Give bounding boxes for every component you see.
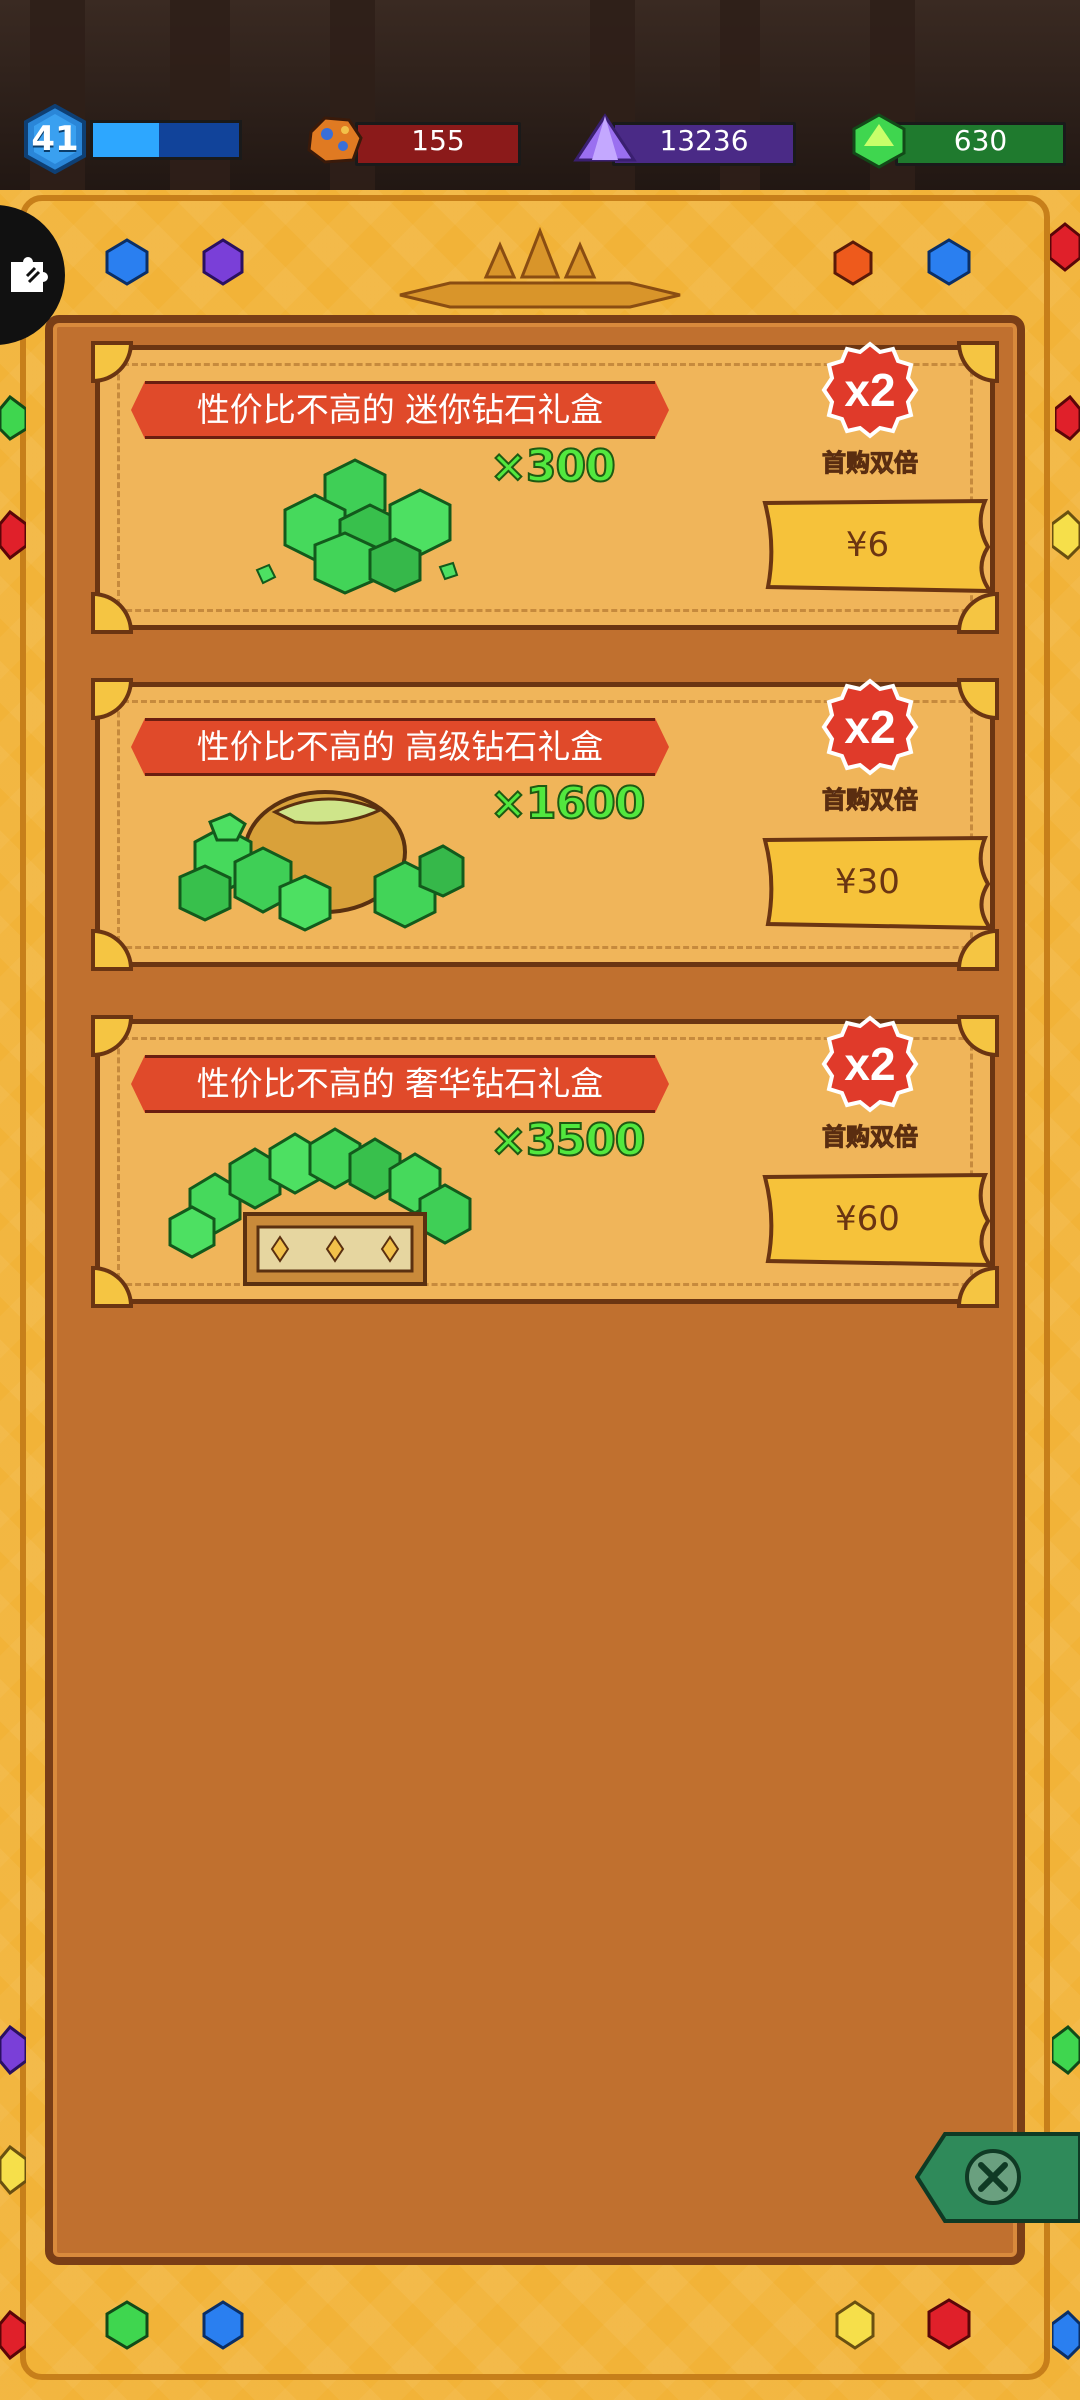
gem-pile-small-icon — [255, 458, 459, 595]
ore-icon — [307, 116, 363, 164]
buy-premium-price-button[interactable]: ¥30 — [760, 832, 975, 932]
red-jewel-icon — [1055, 395, 1080, 441]
green-jewel-icon — [1052, 2025, 1080, 2075]
yellow-jewel-icon — [1052, 510, 1080, 560]
orange-jewel-icon — [833, 240, 873, 286]
offer-title: 性价比不高的 迷你钻石礼盒 — [196, 390, 604, 429]
blue-jewel-icon — [1052, 2310, 1080, 2360]
gem-value: 630 — [953, 124, 1008, 157]
gem-bag-icon — [178, 790, 465, 932]
yellow-jewel-icon — [0, 2145, 26, 2195]
gem-chest-icon — [168, 1127, 472, 1286]
blue-jewel-icon — [927, 238, 971, 286]
blue-jewel-icon — [105, 238, 149, 286]
top-background — [0, 0, 1080, 200]
svg-text:x2: x2 — [844, 1038, 895, 1090]
ore-value: 155 — [411, 124, 465, 157]
red-jewel-icon — [1050, 222, 1080, 272]
double-badge-icon: x2 — [821, 678, 919, 776]
svg-text:x2: x2 — [844, 701, 895, 753]
svg-text:x2: x2 — [844, 364, 895, 416]
ore-counter: 155 — [305, 116, 521, 166]
offer-card-luxury[interactable]: 性价比不高的 奢华钻石礼盒 ×3500 x2 首购双倍 ¥60 — [91, 1015, 999, 1308]
offer-title: 性价比不高的 高级钻石礼盒 — [196, 727, 604, 766]
purple-jewel-icon — [202, 238, 244, 286]
xp-bar — [90, 120, 242, 160]
red-jewel-icon — [0, 510, 26, 560]
offer-quantity: ×3500 — [489, 1114, 646, 1167]
buy-mini-price-button[interactable]: ¥6 — [760, 495, 975, 595]
purple-jewel-icon — [0, 2025, 26, 2075]
offer-title-ribbon: 性价比不高的 高级钻石礼盒 — [131, 718, 669, 776]
offer-title-ribbon: 性价比不高的 奢华钻石礼盒 — [131, 1055, 669, 1113]
green-jewel-icon — [105, 2300, 149, 2350]
offer-quantity: ×1600 — [489, 777, 646, 830]
red-jewel-icon — [0, 2310, 26, 2360]
gem-counter: 630 — [850, 113, 1066, 169]
close-button[interactable] — [915, 2130, 1080, 2225]
blue-jewel-icon — [202, 2300, 244, 2350]
offer-card-premium[interactable]: 性价比不高的 高级钻石礼盒 ×1600 x2 首购双倍 ¥30 — [91, 678, 999, 971]
tree-trunk — [170, 0, 230, 190]
offer-title: 性价比不高的 奢华钻石礼盒 — [196, 1064, 604, 1103]
gem-icon — [852, 113, 906, 169]
offer-quantity: ×300 — [489, 440, 617, 493]
level-number: 41 — [31, 119, 79, 159]
crystal-value: 13236 — [659, 124, 749, 157]
double-badge-icon: x2 — [821, 1015, 919, 1113]
red-jewel-icon — [927, 2298, 971, 2350]
double-badge-icon: x2 — [821, 341, 919, 439]
crystal-counter: 13236 — [572, 113, 796, 166]
frame-ornament — [399, 226, 681, 309]
offer-card-mini[interactable]: 性价比不高的 迷你钻石礼盒 ×300 x2 首购双倍 ¥6 — [91, 341, 999, 634]
green-jewel-icon — [0, 395, 26, 441]
crystal-icon — [573, 113, 637, 162]
xp-fill — [93, 123, 159, 157]
offer-title-ribbon: 性价比不高的 迷你钻石礼盒 — [131, 381, 669, 439]
buy-luxury-price-button[interactable]: ¥60 — [760, 1169, 975, 1269]
first-purchase-label: 首购双倍 — [822, 1123, 919, 1152]
puzzle-icon[interactable] — [5, 248, 55, 298]
yellow-jewel-icon — [835, 2300, 875, 2350]
first-purchase-label: 首购双倍 — [822, 449, 919, 478]
first-purchase-label: 首购双倍 — [822, 786, 919, 815]
